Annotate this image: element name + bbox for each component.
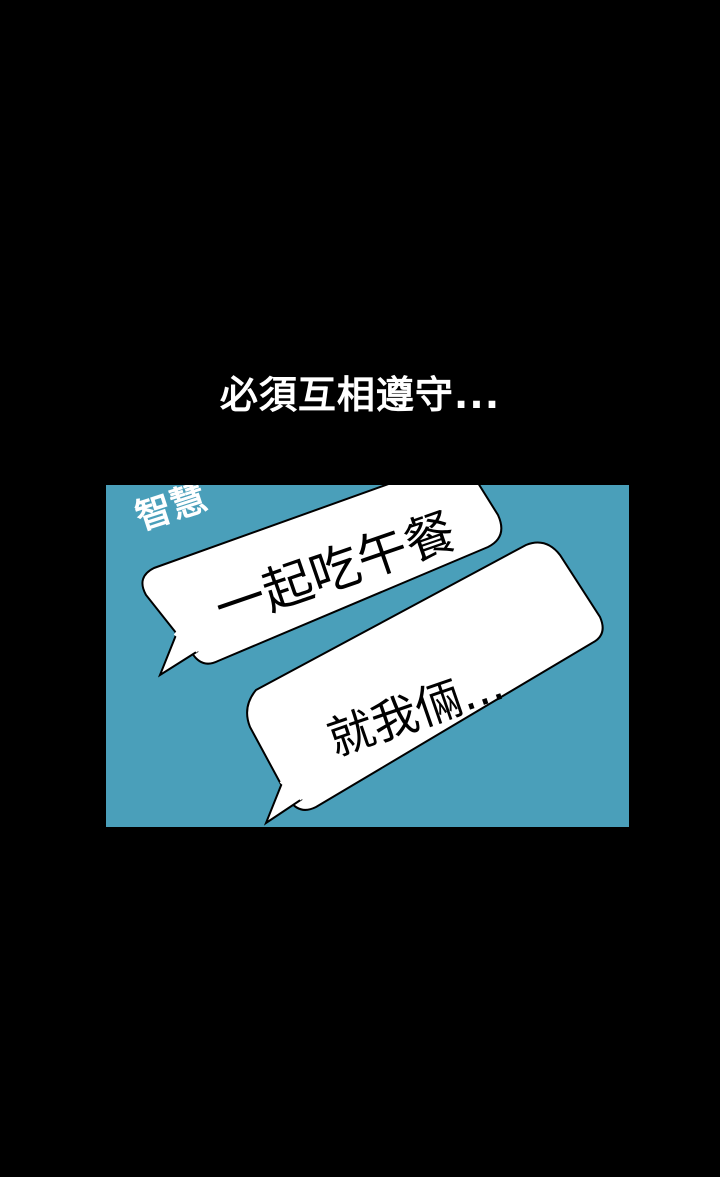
comic-panel: 智慧 一起吃午餐 就我倆... — [106, 485, 629, 827]
narration-caption: 必須互相遵守... — [219, 373, 501, 417]
